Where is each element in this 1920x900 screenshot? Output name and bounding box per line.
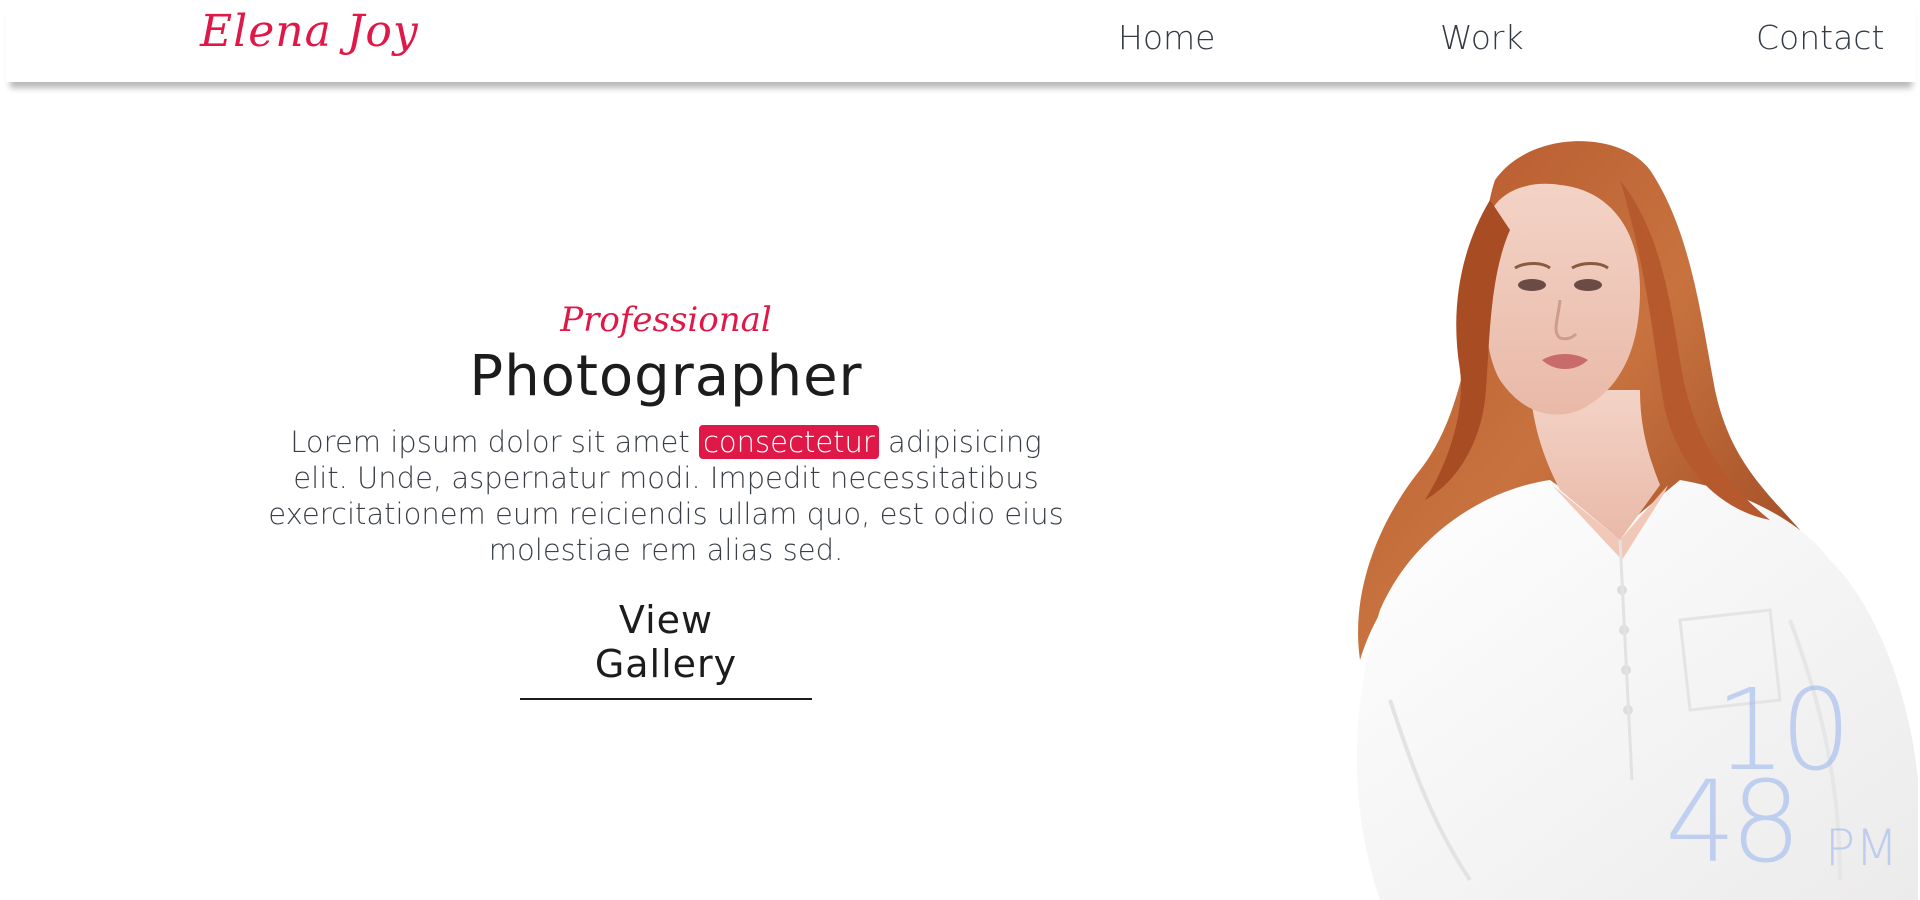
hero-kicker: Professional (560, 300, 772, 340)
page: Elena Joy Home Work Contact Professional… (0, 0, 1920, 900)
hero-title: Photographer (469, 344, 863, 409)
hero-section: Professional Photographer Lorem ipsum do… (236, 300, 1096, 700)
nav-home-link[interactable]: Home (1118, 18, 1215, 57)
nav-contact-link[interactable]: Contact (1756, 18, 1884, 57)
highlighted-word: consectetur (698, 425, 879, 459)
hero-description: Lorem ipsum dolor sit amet consectetur a… (261, 424, 1071, 568)
clock-ampm: PM (1825, 819, 1899, 877)
clock-minutes: 48 (1665, 758, 1801, 888)
clock-widget: 10 48 PM (1665, 675, 1920, 900)
hero-description-text: Lorem ipsum dolor sit amet (290, 425, 699, 459)
nav-work-link[interactable]: Work (1440, 18, 1524, 57)
view-gallery-button[interactable]: View Gallery (520, 598, 812, 700)
site-header: Elena Joy Home Work Contact (6, 0, 1916, 82)
logo[interactable]: Elena Joy (200, 6, 419, 57)
